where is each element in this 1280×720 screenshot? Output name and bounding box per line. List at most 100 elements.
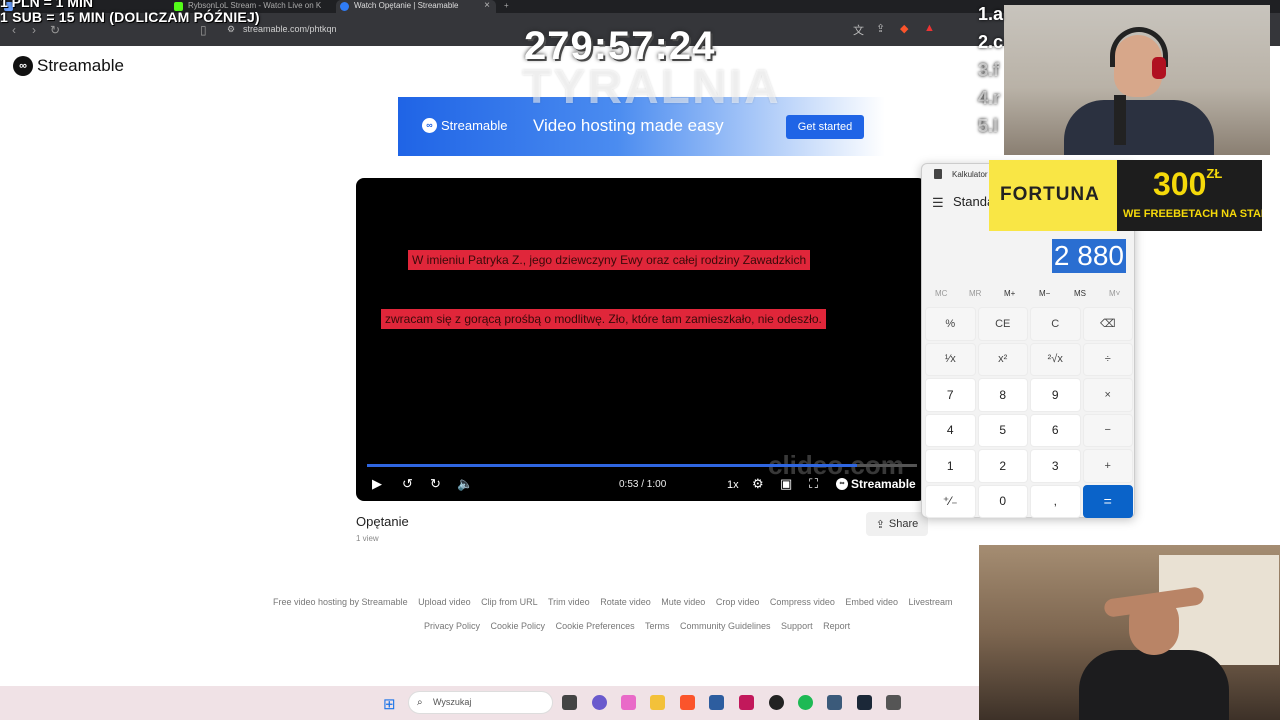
digit-0-button[interactable]: 0 xyxy=(977,484,1028,518)
get-started-button[interactable]: Get started xyxy=(786,115,864,139)
new-tab-button[interactable]: + xyxy=(500,0,520,13)
reciprocal-button[interactable]: ¹⁄x xyxy=(925,342,976,376)
percent-button[interactable]: % xyxy=(925,307,976,341)
digit-1-button[interactable]: 1 xyxy=(925,449,976,483)
streamable-logo-icon: ∞ xyxy=(422,118,437,133)
microphone-icon xyxy=(1114,95,1126,145)
windows-start-icon[interactable]: ⊞ xyxy=(383,695,396,713)
digit-6-button[interactable]: 6 xyxy=(1030,413,1081,447)
webcam-person-body xyxy=(1064,100,1214,155)
headset-earcup xyxy=(1152,57,1166,79)
footer-link[interactable]: Mute video xyxy=(661,597,705,607)
multiply-button[interactable]: × xyxy=(1082,378,1133,412)
digit-3-button[interactable]: 3 xyxy=(1030,449,1081,483)
subtract-button[interactable]: − xyxy=(1082,413,1133,447)
footer-link[interactable]: Crop video xyxy=(716,597,760,607)
picture-in-picture-icon[interactable]: ▣ xyxy=(780,476,792,492)
footer-link[interactable]: Support xyxy=(781,621,813,631)
task-view-icon[interactable] xyxy=(562,695,577,710)
footer-link[interactable]: Free video hosting by Streamable xyxy=(273,597,408,607)
browser-tab-streamable[interactable]: Watch Opętanie | Streamable × xyxy=(336,0,496,13)
volume-icon[interactable]: 🔈 xyxy=(457,476,473,492)
decimal-button[interactable]: , xyxy=(1030,484,1081,518)
copilot-icon[interactable] xyxy=(621,695,636,710)
brave-shield-icon[interactable]: ◆ xyxy=(900,22,908,35)
divide-button[interactable]: ÷ xyxy=(1082,342,1133,376)
footer-link[interactable]: Cookie Policy xyxy=(491,621,546,631)
clear-entry-button[interactable]: CE xyxy=(977,307,1028,341)
digit-8-button[interactable]: 8 xyxy=(977,378,1028,412)
digit-5-button[interactable]: 5 xyxy=(977,413,1028,447)
footer-link[interactable]: Rotate video xyxy=(600,597,651,607)
share-page-icon[interactable]: ⇪ xyxy=(876,22,885,35)
forward-icon[interactable]: ↻ xyxy=(430,476,441,492)
webcam-bottom xyxy=(979,545,1280,720)
app-icon[interactable] xyxy=(827,695,842,710)
equals-button[interactable]: = xyxy=(1082,484,1133,518)
memory-clear-button[interactable]: MC xyxy=(935,289,947,298)
translate-icon[interactable]: 文 xyxy=(853,22,864,38)
file-explorer-icon[interactable] xyxy=(650,695,665,710)
play-icon[interactable]: ▶ xyxy=(372,476,382,492)
calculator-taskbar-icon[interactable] xyxy=(886,695,901,710)
footer-link[interactable]: Cookie Preferences xyxy=(556,621,635,631)
rewind-icon[interactable]: ↺ xyxy=(402,476,413,492)
memory-store-button[interactable]: MS xyxy=(1074,289,1086,298)
hamburger-menu-icon[interactable]: ☰ xyxy=(932,195,944,211)
footer-link[interactable]: Upload video xyxy=(418,597,471,607)
memory-recall-button[interactable]: MR xyxy=(969,289,981,298)
goal-item: 4.r xyxy=(978,88,1001,108)
forward-icon[interactable]: › xyxy=(32,23,36,37)
steam-icon[interactable] xyxy=(857,695,872,710)
video-subtitle-line: W imieniu Patryka Z., jego dziewczyny Ew… xyxy=(408,250,811,270)
memory-subtract-button[interactable]: M− xyxy=(1039,289,1050,298)
bookmark-icon[interactable]: ▯ xyxy=(200,23,207,37)
add-button[interactable]: + xyxy=(1082,449,1133,483)
video-progress-bar[interactable] xyxy=(367,464,917,467)
digit-9-button[interactable]: 9 xyxy=(1030,378,1081,412)
streamable-logo[interactable]: ∞ Streamable xyxy=(13,56,124,76)
streamable-favicon-icon xyxy=(340,2,349,11)
digit-4-button[interactable]: 4 xyxy=(925,413,976,447)
memory-add-button[interactable]: M+ xyxy=(1004,289,1015,298)
memory-list-button[interactable]: M˅ xyxy=(1109,289,1120,298)
reload-icon[interactable]: ↻ xyxy=(50,23,60,37)
footer-link[interactable]: Community Guidelines xyxy=(680,621,771,631)
footer-link[interactable]: Privacy Policy xyxy=(424,621,480,631)
close-tab-icon[interactable]: × xyxy=(484,0,490,12)
site-info-icon[interactable]: ⚙ xyxy=(227,24,235,35)
back-icon[interactable]: ‹ xyxy=(12,23,16,37)
digit-7-button[interactable]: 7 xyxy=(925,378,976,412)
backspace-icon[interactable]: ⌫ xyxy=(1082,307,1133,341)
footer-link[interactable]: Embed video xyxy=(845,597,898,607)
footer-link[interactable]: Report xyxy=(823,621,850,631)
brave-browser-icon[interactable] xyxy=(680,695,695,710)
calculator-app-icon xyxy=(934,169,942,179)
url-text: streamable.com/phtkqn xyxy=(243,24,337,34)
negate-button[interactable]: ⁺⁄₋ xyxy=(925,484,976,518)
video-player[interactable]: W imieniu Patryka Z., jego dziewczyny Ew… xyxy=(356,178,926,501)
obs-icon[interactable] xyxy=(769,695,784,710)
playback-speed[interactable]: 1x xyxy=(727,479,739,491)
footer-link[interactable]: Livestream xyxy=(908,597,952,607)
brave-rewards-icon[interactable]: ▲ xyxy=(924,22,935,34)
settings-gear-icon[interactable]: ⚙ xyxy=(752,476,764,492)
footer-links-row-2: Privacy Policy Cookie Policy Cookie Pref… xyxy=(424,621,858,631)
clear-button[interactable]: C xyxy=(1030,307,1081,341)
spotify-icon[interactable] xyxy=(798,695,813,710)
digit-2-button[interactable]: 2 xyxy=(977,449,1028,483)
video-brand-link[interactable]: ∞ Streamable xyxy=(836,477,916,491)
share-button[interactable]: ⇪ Share xyxy=(866,512,928,536)
footer-link[interactable]: Terms xyxy=(645,621,670,631)
square-button[interactable]: x² xyxy=(977,342,1028,376)
fullscreen-icon[interactable]: ⛶ xyxy=(809,476,818,492)
footer-link[interactable]: Trim video xyxy=(548,597,590,607)
brave-nightly-icon[interactable] xyxy=(739,695,754,710)
calculator-display: 2 880 xyxy=(1051,239,1126,273)
discord-icon[interactable] xyxy=(592,695,607,710)
footer-link[interactable]: Clip from URL xyxy=(481,597,538,607)
square-root-button[interactable]: ²√x xyxy=(1030,342,1081,376)
store-icon[interactable] xyxy=(709,695,724,710)
footer-link[interactable]: Compress video xyxy=(770,597,835,607)
taskbar-search[interactable]: ⌕ Wyszukaj xyxy=(408,691,553,714)
